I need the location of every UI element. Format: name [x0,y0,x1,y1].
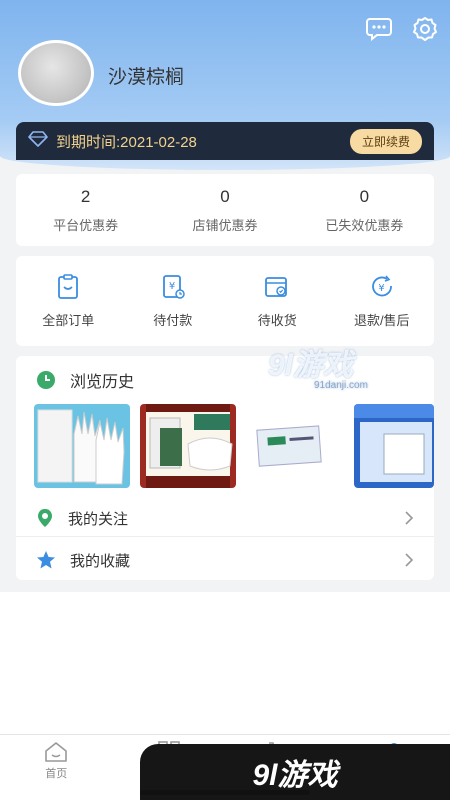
coupon-count: 2 [80,186,91,206]
order-label: 全部订单 [42,312,95,328]
refund-icon: ¥ [371,274,392,296]
watermark-url: 91danji.com [314,380,368,391]
thumb-protective-suit[interactable] [354,404,434,488]
expire-date: 到期时间:2021-02-28 [56,133,197,151]
coupon-card: 2 平台优惠券 0 店铺优惠券 0 已失效优惠券 [16,174,434,246]
username: 沙漠棕榈 [108,67,185,88]
history-card: 浏览历史 我的关注 我的收藏 [16,356,434,580]
settings-icon[interactable] [410,14,440,44]
chevron-right-icon [405,511,414,525]
coupon-count: 0 [220,186,230,206]
thumb-gloves[interactable] [34,404,130,488]
svg-text:¥: ¥ [169,281,175,292]
coupon-shop[interactable]: 0 店铺优惠券 [155,174,294,246]
home-indicator [140,790,310,795]
coupon-label: 已失效优惠券 [325,217,404,233]
watermark-logo: 9l游戏 91danji.com [268,340,368,391]
order-label: 退款/售后 [353,312,410,328]
clock-icon [37,371,55,389]
tab-home[interactable]: 首页 [0,735,113,800]
coupon-expired[interactable]: 0 已失效优惠券 [295,174,434,246]
page-blank-area [0,592,450,734]
order-refund[interactable]: ¥ 退款/售后 [330,256,435,346]
pending-payment-icon: ¥ [162,274,185,299]
vip-bar: 到期时间:2021-02-28 立即续费 [16,122,434,160]
home-icon [45,742,68,762]
order-pending-receipt[interactable]: 待收货 [225,256,330,346]
order-all[interactable]: 全部订单 [16,256,121,346]
my-follows-row[interactable]: 我的关注 [16,496,434,540]
thumb-packet[interactable] [250,404,330,488]
coupon-label: 店铺优惠券 [192,217,258,233]
tab-label: 首页 [45,768,68,780]
coupon-label: 平台优惠券 [53,217,119,233]
pending-receipt-icon [265,276,288,297]
coupon-platform[interactable]: 2 平台优惠券 [16,174,155,246]
message-icon[interactable] [364,14,394,44]
star-icon [37,551,55,569]
svg-text:¥: ¥ [378,283,384,294]
order-pending-payment[interactable]: ¥ 待付款 [121,256,226,346]
avatar[interactable] [18,40,94,106]
orders-card: 全部订单 ¥ 待付款 待收货 ¥ 退款/售后 [16,256,434,346]
renew-button[interactable]: 立即续费 [349,128,422,154]
history-title: 浏览历史 [70,374,135,391]
order-label: 待收货 [257,312,297,328]
history-thumbnails [34,404,434,488]
coupon-count: 0 [359,186,370,206]
thumb-masks[interactable] [140,404,236,488]
all-orders-icon [58,273,79,299]
history-header[interactable]: 浏览历史 [16,356,434,404]
watermark-text: 9l游戏 [268,349,354,382]
chevron-right-icon [405,553,414,567]
header-actions [364,14,440,44]
my-favorites-row[interactable]: 我的收藏 [16,538,434,582]
follows-label: 我的关注 [68,510,129,528]
diamond-icon [28,130,48,152]
favorites-label: 我的收藏 [70,552,131,570]
location-pin-icon [38,509,52,527]
divider [16,536,434,537]
watermark-corner-text: 9l游戏 [252,759,338,792]
order-label: 待付款 [153,312,193,328]
